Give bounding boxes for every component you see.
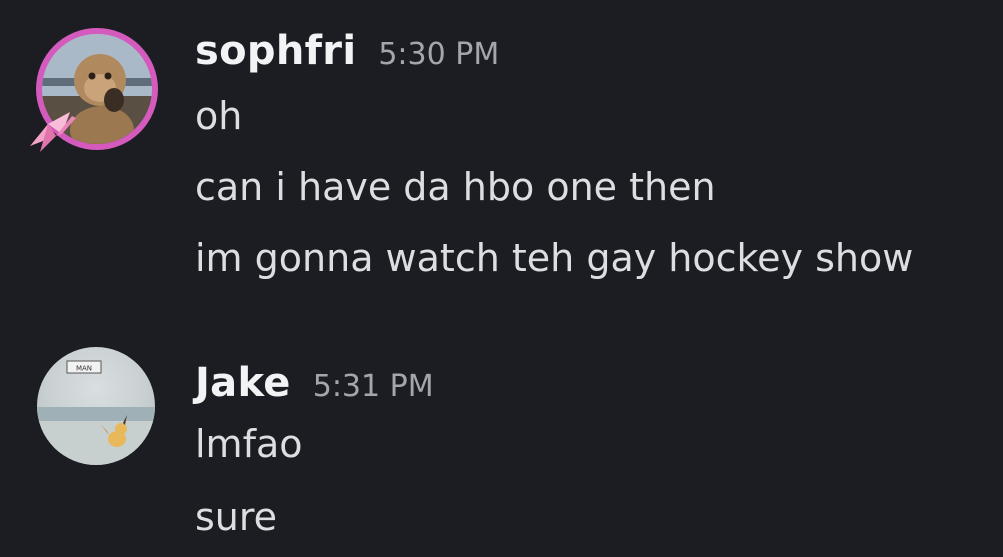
chat-view: { "messages": [ { "author": "sophfri", "… xyxy=(0,0,1003,557)
message-text: im gonna watch teh gay hockey show xyxy=(195,236,914,280)
message-text: sure xyxy=(195,495,278,539)
username[interactable]: sophfri xyxy=(195,28,356,74)
message-group-jake: MAN Jake 5:31 PM lmfao sure xyxy=(0,330,1003,557)
pikachu-beach-avatar-icon: MAN xyxy=(37,360,155,465)
message-text: oh xyxy=(195,94,243,138)
message-text: lmfao xyxy=(195,422,303,466)
paper-crane-icon xyxy=(30,112,76,152)
message-group-sophfri: sophfri 5:30 PM oh can i have da hbo one… xyxy=(0,0,1003,300)
message-text: can i have da hbo one then xyxy=(195,165,716,209)
message-header: Jake 5:31 PM xyxy=(195,360,434,406)
man-tag-text: MAN xyxy=(76,365,92,373)
message-header: sophfri 5:30 PM xyxy=(195,28,499,74)
timestamp[interactable]: 5:31 PM xyxy=(313,369,434,404)
timestamp[interactable]: 5:30 PM xyxy=(378,37,499,72)
username[interactable]: Jake xyxy=(195,360,291,406)
user-avatar-jake[interactable]: MAN xyxy=(37,347,155,465)
